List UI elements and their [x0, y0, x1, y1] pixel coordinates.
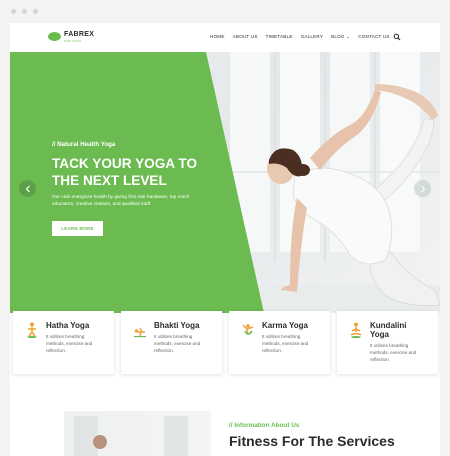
card-title-line-1: Kundalini — [370, 321, 407, 330]
card-kundalini-yoga[interactable]: Kundalini Yoga It utilizes breathing met… — [337, 311, 438, 374]
nav-contact-us[interactable]: CONTACT US — [358, 34, 389, 40]
card-karma-yoga[interactable]: Karma Yoga It utilizes breathing methods… — [229, 311, 330, 374]
nav-about-us[interactable]: ABOUT US — [233, 34, 258, 40]
card-text-line-3: reflection. — [370, 357, 390, 362]
card-text-line-1: It utilizes breathing — [262, 334, 301, 339]
card-title: Bhakti Yoga — [154, 321, 200, 330]
hero-description: Our club energizes health by giving firs… — [52, 194, 230, 209]
main-nav: HOME ABOUT US TIMETABLE GALLERY BLOG ⌄ C… — [210, 34, 390, 40]
card-title-line-2: Yoga — [370, 330, 389, 339]
nav-gallery[interactable]: GALLERY — [301, 34, 324, 40]
chevron-right-icon — [420, 185, 425, 192]
leaf-logo-icon — [48, 32, 61, 41]
logo-text: FABREX FOR YOGA — [64, 31, 94, 43]
yoga-woman-image — [267, 84, 440, 306]
site-header: FABREX FOR YOGA HOME ABOUT US TIMETABLE … — [10, 23, 440, 52]
site-logo[interactable]: FABREX FOR YOGA — [48, 31, 94, 43]
hero-eyebrow: // Natural Health Yoga — [52, 141, 116, 148]
hero-headline-line-2: THE NEXT LEVEL — [52, 173, 167, 188]
karma-yoga-pose-icon — [242, 324, 254, 335]
window-controls — [11, 9, 38, 14]
card-title: Kundalini Yoga — [370, 321, 434, 339]
card-text-line-3: reflection. — [46, 348, 66, 353]
web-page: FABREX FOR YOGA HOME ABOUT US TIMETABLE … — [10, 23, 440, 456]
bhakti-yoga-pose-icon — [134, 327, 146, 338]
window-dot-close[interactable] — [11, 9, 16, 14]
learn-more-button[interactable]: LEARN MORE — [52, 221, 103, 236]
hatha-yoga-pose-icon — [27, 322, 37, 338]
hero-description-line-1: Our club energizes health by giving firs… — [52, 195, 190, 200]
window-dot-maximize[interactable] — [33, 9, 38, 14]
card-text-line-1: It utilizes breathing — [46, 334, 85, 339]
slider-prev-button[interactable] — [19, 180, 36, 197]
search-icon[interactable] — [393, 33, 401, 41]
card-text-line-2: methods, exercise and — [46, 341, 93, 346]
about-eyebrow: // Information About Us — [229, 422, 300, 429]
card-text-line-1: It utilizes breathing — [370, 343, 409, 348]
card-text-line-2: methods, exercise and — [154, 341, 201, 346]
card-bhakti-yoga[interactable]: Bhakti Yoga It utilizes breathing method… — [121, 311, 222, 374]
kundalini-yoga-pose-icon — [350, 322, 362, 338]
hero-headline: TACK YOUR YOGA TO THE NEXT LEVEL — [52, 155, 252, 189]
nav-blog[interactable]: BLOG ⌄ — [331, 34, 350, 40]
hero-headline-line-1: TACK YOUR YOGA TO — [52, 156, 198, 171]
card-hatha-yoga[interactable]: Hatha Yoga It utilizes breathing methods… — [13, 311, 114, 374]
logo-tagline: FOR YOGA — [64, 39, 82, 43]
card-text-line-3: reflection. — [262, 348, 282, 353]
card-text-line-1: It utilizes breathing — [154, 334, 193, 339]
hero-banner: // Natural Health Yoga TACK YOUR YOGA TO… — [10, 52, 440, 313]
about-image — [64, 411, 211, 456]
chevron-left-icon — [25, 185, 30, 192]
window-dot-minimize[interactable] — [22, 9, 27, 14]
logo-name: FABREX — [64, 31, 95, 38]
card-title: Karma Yoga — [262, 321, 308, 330]
about-title: Fitness For The Services — [229, 433, 395, 449]
browser-frame: FABREX FOR YOGA HOME ABOUT US TIMETABLE … — [0, 0, 450, 456]
nav-home[interactable]: HOME — [210, 34, 225, 40]
about-image-window — [164, 416, 188, 456]
nav-timetable[interactable]: TIMETABLE — [266, 34, 293, 40]
card-text-line-2: methods, exercise and — [262, 341, 309, 346]
card-text-line-2: methods, exercise and — [370, 350, 417, 355]
yoga-class-cards: Hatha Yoga It utilizes breathing methods… — [13, 311, 438, 374]
card-text-line-3: reflection. — [154, 348, 174, 353]
slider-next-button[interactable] — [414, 180, 431, 197]
about-image-person — [93, 435, 107, 449]
hero-description-line-2: educators, creative classes, and qualifi… — [52, 202, 152, 208]
card-title: Hatha Yoga — [46, 321, 90, 330]
